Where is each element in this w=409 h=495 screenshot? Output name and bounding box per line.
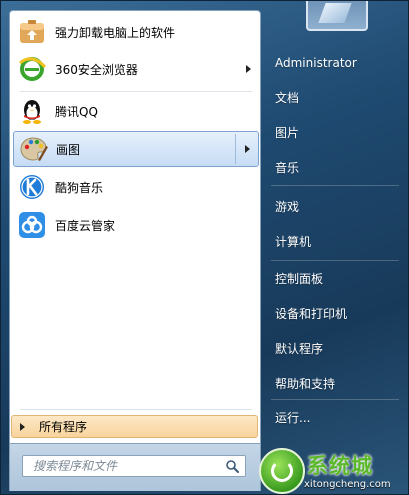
start-menu: 强力卸载电脑上的软件 360安全浏览器 腾讯QQ 画图 酷狗音乐 百度云管家 所… bbox=[0, 0, 409, 495]
search-area bbox=[9, 444, 261, 491]
watermark-url: xitongcheng.com bbox=[304, 479, 391, 490]
program-360-browser[interactable]: 360安全浏览器 bbox=[13, 51, 259, 87]
all-programs-button[interactable]: 所有程序 bbox=[11, 415, 258, 438]
program-kugou[interactable]: 酷狗音乐 bbox=[13, 169, 259, 205]
submenu-arrow-icon[interactable] bbox=[245, 145, 250, 153]
qq-penguin-icon bbox=[17, 96, 47, 126]
split-divider bbox=[235, 134, 236, 164]
games-link[interactable]: 游戏 bbox=[271, 195, 401, 219]
program-qq[interactable]: 腾讯QQ bbox=[13, 93, 259, 129]
program-paint[interactable]: 画图 bbox=[13, 131, 259, 167]
pictures-link[interactable]: 图片 bbox=[271, 121, 401, 145]
divider bbox=[271, 185, 399, 186]
program-baidu-cloud[interactable]: 百度云管家 bbox=[13, 207, 259, 243]
paint-palette-icon bbox=[18, 134, 48, 164]
music-link[interactable]: 音乐 bbox=[271, 156, 401, 180]
divider bbox=[271, 399, 399, 400]
help-support-link[interactable]: 帮助和支持 bbox=[271, 372, 401, 396]
program-label: 画图 bbox=[56, 142, 81, 157]
documents-link[interactable]: 文档 bbox=[271, 86, 401, 110]
kugou-icon bbox=[17, 172, 47, 202]
computer-link[interactable]: 计算机 bbox=[271, 230, 401, 254]
program-label: 强力卸载电脑上的软件 bbox=[55, 25, 176, 40]
watermark-title: 系统城 bbox=[307, 454, 373, 478]
pinned-programs-pane: 强力卸载电脑上的软件 360安全浏览器 腾讯QQ 画图 酷狗音乐 百度云管家 bbox=[9, 10, 261, 444]
default-programs-link[interactable]: 默认程序 bbox=[271, 337, 401, 361]
run-link[interactable]: 运行... bbox=[271, 406, 401, 430]
search-input[interactable] bbox=[23, 456, 223, 476]
divider bbox=[271, 260, 399, 261]
control-panel-link[interactable]: 控制面板 bbox=[271, 267, 401, 291]
search-box[interactable] bbox=[22, 455, 246, 477]
expand-arrow-icon bbox=[20, 422, 25, 431]
program-label: 酷狗音乐 bbox=[55, 180, 104, 195]
program-label: 360安全浏览器 bbox=[55, 62, 138, 77]
divider bbox=[20, 91, 252, 92]
program-label: 百度云管家 bbox=[55, 218, 116, 233]
watermark-logo-icon bbox=[259, 448, 305, 494]
program-uninstaller[interactable]: 强力卸载电脑上的软件 bbox=[13, 14, 259, 50]
user-picture[interactable] bbox=[306, 1, 368, 31]
all-programs-label: 所有程序 bbox=[39, 420, 88, 434]
baidu-cloud-icon bbox=[17, 210, 47, 240]
submenu-arrow-icon[interactable] bbox=[246, 65, 251, 73]
program-label: 腾讯QQ bbox=[55, 104, 98, 119]
devices-printers-link[interactable]: 设备和打印机 bbox=[271, 302, 401, 326]
search-icon[interactable] bbox=[225, 459, 239, 473]
uninstall-icon bbox=[17, 17, 47, 47]
user-account-link[interactable]: Administrator bbox=[271, 51, 401, 75]
360-browser-icon bbox=[17, 54, 47, 84]
divider bbox=[20, 409, 252, 410]
